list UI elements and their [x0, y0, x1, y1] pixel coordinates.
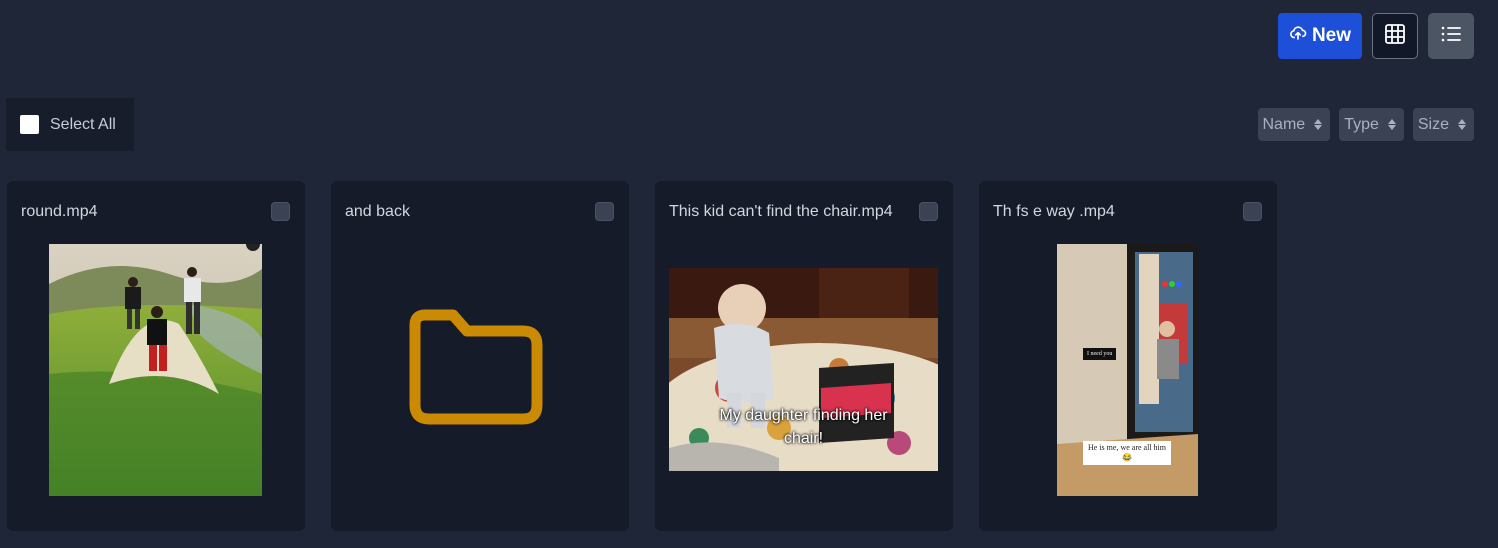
new-upload-button[interactable]: New [1278, 13, 1362, 59]
video-caption-line2: chair! [783, 430, 824, 447]
folder-icon [409, 309, 543, 430]
video-tag-label: I need you [1083, 348, 1117, 360]
video-thumbnail[interactable] [49, 244, 262, 496]
file-checkbox[interactable] [919, 202, 938, 221]
grid-view-icon [1384, 23, 1406, 50]
sort-by-size-button[interactable]: Size [1412, 108, 1474, 141]
sort-name-label: Name [1262, 115, 1306, 133]
file-name: This kid can't find the chair.mp4 [669, 203, 893, 220]
file-name: round.mp4 [21, 203, 98, 220]
folder-name: and back [345, 203, 410, 220]
file-card[interactable]: Th fs e way .mp4 I need you He is me, we… [979, 181, 1277, 531]
sort-type-label: Type [1344, 115, 1379, 133]
file-checkbox[interactable] [271, 202, 290, 221]
grid-view-button[interactable] [1372, 13, 1418, 59]
sort-arrows-icon [1458, 119, 1466, 130]
video-note-line1: He is me, we are all him [1088, 443, 1166, 452]
file-card[interactable]: This kid can't find the chair.mp4 My dau… [655, 181, 953, 531]
file-checkbox[interactable] [1243, 202, 1262, 221]
sort-controls: Name Type Size [1257, 108, 1474, 141]
folder-card[interactable]: and back [331, 181, 629, 531]
sort-size-label: Size [1417, 115, 1449, 133]
select-all-label: Select All [50, 115, 116, 133]
video-note: He is me, we are all him 😂 [1083, 441, 1171, 465]
select-all-control[interactable]: Select All [6, 98, 134, 151]
video-note-emoji: 😂 [1122, 453, 1132, 462]
sort-by-name-button[interactable]: Name [1257, 108, 1331, 141]
sort-by-type-button[interactable]: Type [1339, 108, 1404, 141]
video-thumbnail[interactable]: I need you He is me, we are all him 😂 [1057, 244, 1198, 496]
file-name: Th fs e way .mp4 [993, 203, 1115, 220]
folder-checkbox[interactable] [595, 202, 614, 221]
file-card[interactable]: round.mp4 [7, 181, 305, 531]
select-all-checkbox[interactable] [20, 115, 39, 134]
video-thumbnail[interactable]: My daughter finding her chair! [669, 268, 938, 471]
sort-arrows-icon [1314, 119, 1323, 130]
list-view-icon [1440, 25, 1462, 48]
toolbar: New [1278, 13, 1474, 59]
sort-arrows-icon [1387, 119, 1396, 130]
video-caption-line1: My daughter finding her [719, 407, 888, 424]
cloud-upload-icon [1289, 24, 1307, 48]
new-button-label: New [1311, 25, 1352, 46]
list-view-button[interactable] [1428, 13, 1474, 59]
